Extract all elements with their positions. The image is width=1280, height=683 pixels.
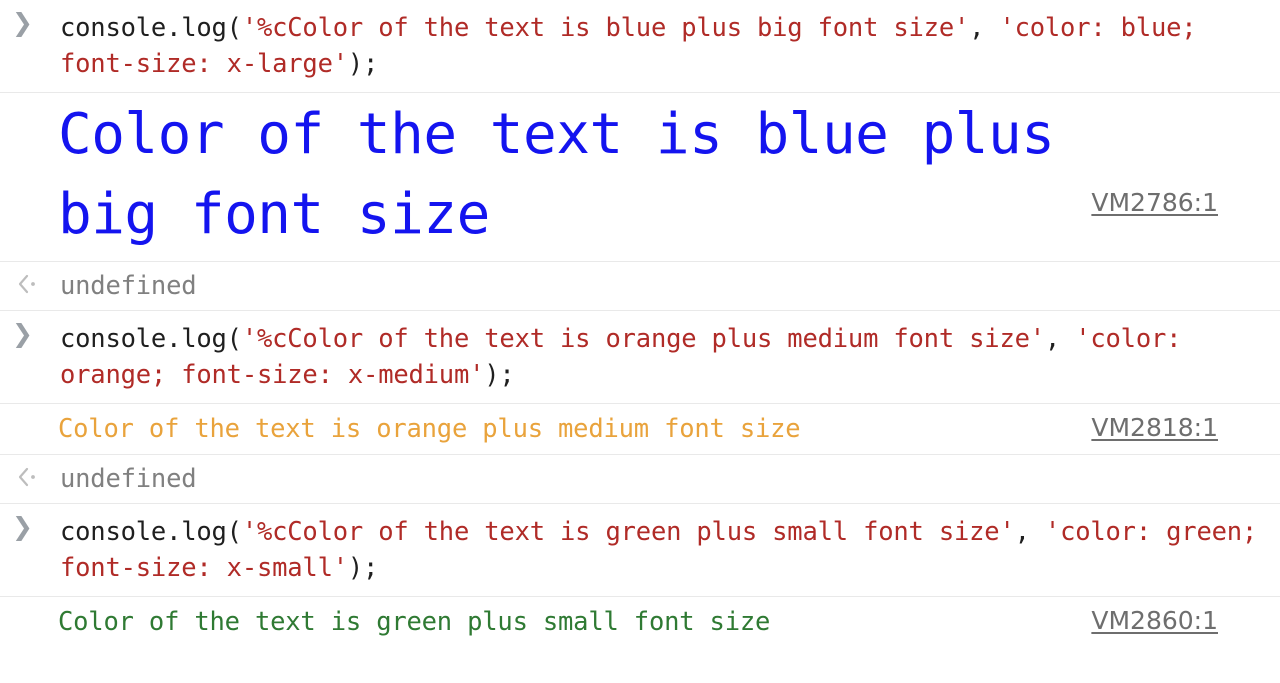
source-link[interactable]: VM2818:1	[1091, 414, 1218, 442]
console-result-row: undefined	[0, 262, 1280, 311]
code-token-plain: );	[484, 360, 515, 390]
chevron-right-icon: ❯	[12, 319, 33, 348]
console-result-value: undefined	[60, 271, 197, 301]
code-token-string: '%cColor of the text is green plus small…	[241, 517, 1015, 547]
console-command-text[interactable]: console.log('%cColor of the text is oran…	[60, 321, 1262, 393]
console-output-row: VM2786:1 Color of the text is blue plus …	[0, 93, 1280, 262]
console-command-text[interactable]: console.log('%cColor of the text is blue…	[60, 10, 1262, 82]
console-result-value: undefined	[60, 464, 197, 494]
code-token-plain: );	[347, 553, 379, 583]
code-token-plain: console.log(	[60, 517, 242, 547]
chevron-right-icon: ❯	[12, 8, 33, 37]
console-output-text: Color of the text is blue plus big font …	[58, 102, 1055, 247]
console-command-text[interactable]: console.log('%cColor of the text is gree…	[60, 514, 1262, 586]
devtools-console-panel[interactable]: ❯ console.log('%cColor of the text is bl…	[0, 0, 1280, 683]
code-token-string: '%cColor of the text is blue plus big fo…	[241, 13, 970, 43]
code-token-plain: ,	[1044, 324, 1076, 354]
console-output-text: Color of the text is orange plus medium …	[58, 414, 801, 444]
console-input-row[interactable]: ❯ console.log('%cColor of the text is gr…	[0, 504, 1280, 597]
code-token-plain: console.log(	[60, 324, 242, 354]
chevron-left-dot-icon	[13, 463, 43, 491]
code-token-plain: );	[347, 49, 379, 79]
chevron-right-icon: ❯	[12, 512, 33, 541]
code-token-string: '%cColor of the text is orange plus medi…	[241, 324, 1045, 354]
console-output-row: VM2818:1 Color of the text is orange plu…	[0, 404, 1280, 455]
code-token-plain: console.log(	[60, 13, 242, 43]
code-token-plain: ,	[969, 13, 1000, 43]
console-result-row: undefined	[0, 455, 1280, 504]
console-input-row[interactable]: ❯ console.log('%cColor of the text is bl…	[0, 0, 1280, 93]
console-input-row[interactable]: ❯ console.log('%cColor of the text is or…	[0, 311, 1280, 404]
source-link[interactable]: VM2860:1	[1091, 607, 1218, 635]
source-link[interactable]: VM2786:1	[1091, 189, 1218, 217]
console-output-row: VM2860:1 Color of the text is green plus…	[0, 597, 1280, 647]
console-output-text: Color of the text is green plus small fo…	[58, 607, 771, 637]
chevron-left-dot-icon	[13, 270, 43, 298]
code-token-plain: ,	[1014, 517, 1045, 547]
